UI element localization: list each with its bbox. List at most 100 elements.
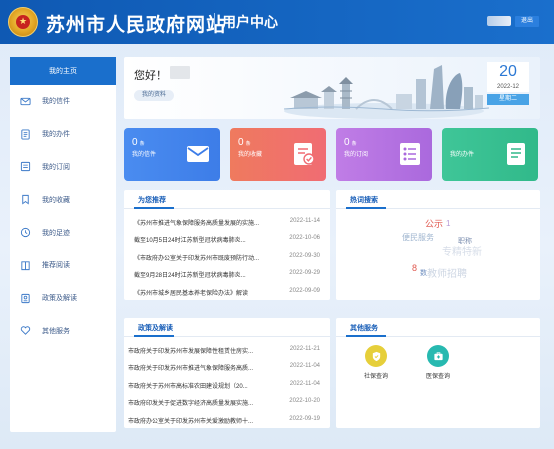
item-date: 2022-11-14 [289, 218, 320, 224]
hot-search-panel: 热词搜索 公示 1 便民服务 职称 专精特新 8 数 教师招聘 [336, 190, 540, 300]
item-title: 市政府关于印发苏州市推进气象保障服务高质... [128, 366, 254, 373]
shield-icon [365, 345, 387, 367]
item-date: 2022-09-19 [289, 415, 320, 422]
hot-word[interactable]: 公示 [425, 217, 443, 230]
item-date: 2022-11-04 [289, 363, 320, 370]
sidebar-item-label: 我的收藏 [42, 196, 70, 204]
card-label: 我的收藏 [238, 152, 263, 158]
card-count: 0 [132, 137, 138, 148]
card-my-favorites[interactable]: 0条 我的收藏 [230, 128, 326, 181]
item-date: 2022-10-06 [289, 235, 320, 242]
sidebar-item-label: 推荐阅读 [42, 262, 70, 270]
sidebar-item-label: 其他服务 [42, 327, 70, 335]
card-count: 0 [238, 137, 244, 148]
date-year-month: 2022-12 [487, 82, 529, 92]
item-title: 市政府关于苏州市高标准农田建设规划（20... [128, 383, 248, 390]
sidebar-item-subscriptions[interactable]: 我的订阅 [10, 151, 116, 184]
item-title: 《市政府办公室关于印发苏州市既废预防行动... [134, 255, 260, 262]
bookmark-icon [20, 194, 31, 205]
blurred-username [170, 66, 190, 79]
other-services-panel: 其他服务 社保查询 医保查询 [336, 318, 540, 428]
list-item[interactable]: 《市政府办公室关于印发苏州市既废预防行动... 2022-09-30 [124, 248, 330, 265]
username-display [487, 16, 511, 26]
hot-word[interactable]: 数 [420, 268, 427, 278]
logout-button[interactable]: 退出 [515, 16, 539, 27]
list-item[interactable]: 市政府关于印发苏州市推进气象保障服务高质... 2022-11-04 [124, 358, 330, 375]
panel-title: 为您推荐 [138, 197, 166, 204]
date-weekday: 星期二 [487, 94, 529, 105]
item-date: 2022-09-29 [289, 270, 320, 277]
card-my-subscriptions[interactable]: 0条 我的订阅 [336, 128, 432, 181]
list-item[interactable]: 截至10月5日24时江苏新型冠状病毒肺炎... 2022-10-06 [124, 230, 330, 247]
sidebar-item-label: 我的主页 [49, 68, 77, 75]
panel-title: 热词搜索 [350, 197, 378, 204]
checklist-icon [294, 143, 315, 165]
item-title: 截至10月5日24时江苏新型冠状病毒肺炎... [134, 238, 246, 245]
heart-icon [20, 325, 31, 336]
sidebar-item-label: 我的办件 [42, 131, 70, 139]
list-item[interactable]: 截至9月28日24时江苏新型冠状病毒肺炎... 2022-09-29 [124, 265, 330, 282]
sidebar-item-cases[interactable]: 我的办件 [10, 118, 116, 151]
sidebar-item-label: 我的信件 [42, 98, 70, 106]
list-item[interactable]: 《苏州市城乡居民基本养老保险办法》解读 2022-09-09 [124, 283, 330, 300]
hot-word[interactable]: 便民服务 [402, 232, 434, 243]
item-date: 2022-11-21 [289, 346, 320, 352]
panel-title: 其他服务 [350, 325, 378, 332]
policy-panel: 政策及解读 市政府关于印发苏州市发展保障性租赁住房实... 2022-11-21… [124, 318, 330, 428]
sidebar-item-policy[interactable]: 政策及解读 [10, 282, 116, 315]
policy-icon [20, 293, 31, 304]
welcome-banner: 您好！ 我的资料 20 2022-12 星期二 [124, 57, 540, 119]
sidebar-item-footprints[interactable]: 我的足迹 [10, 216, 116, 249]
item-date: 2022-09-09 [289, 287, 320, 294]
title-underline [346, 335, 386, 337]
sidebar-item-home[interactable]: 我的主页 [10, 57, 116, 85]
list-item[interactable]: 市政府印发关于促进数字经济高质量发展实施... 2022-10-20 [124, 393, 330, 410]
sidebar-item-favorites[interactable]: 我的收藏 [10, 183, 116, 216]
envelope-icon [187, 146, 209, 162]
panel-header: 为您推荐 [124, 190, 330, 209]
item-title: 《苏州市推进气象保障服务高质量发展的实施... [134, 221, 260, 227]
panel-header: 其他服务 [336, 318, 540, 337]
national-emblem-icon: ★ [8, 7, 38, 37]
panel-header: 热词搜索 [336, 190, 540, 209]
sidebar-nav: 我的主页 我的信件 我的办件 我的订阅 我的收藏 我的足迹 推荐阅读 政策及解读… [10, 57, 116, 432]
sidebar-item-label: 我的足迹 [42, 229, 70, 237]
list-item[interactable]: 市政府关于苏州市高标准农田建设规划（20... 2022-11-04 [124, 376, 330, 393]
footprint-icon [20, 227, 31, 238]
sidebar-item-letters[interactable]: 我的信件 [10, 85, 116, 118]
list-item[interactable]: 市政府办公室关于印发苏州市关爱激励教师十... 2022-09-19 [124, 411, 330, 428]
item-date: 2022-09-30 [289, 252, 320, 259]
list-icon [400, 143, 420, 165]
card-count: 0 [344, 137, 350, 148]
card-label: 我的办件 [450, 152, 475, 158]
date-widget: 20 2022-12 星期二 [487, 62, 529, 110]
hot-word[interactable]: 8 [412, 263, 417, 273]
sidebar-item-other-services[interactable]: 其他服务 [10, 315, 116, 348]
title-underline [134, 207, 174, 209]
social-security-query-button[interactable]: 社保查询 [356, 345, 396, 380]
item-date: 2022-10-20 [289, 398, 320, 405]
title-divider [214, 13, 215, 31]
card-unit: 条 [245, 141, 251, 147]
hot-word[interactable]: 1 [446, 219, 450, 228]
panel-title: 政策及解读 [138, 325, 173, 332]
panel-header: 政策及解读 [124, 318, 330, 337]
hot-word[interactable]: 专精特新 [442, 243, 482, 258]
card-my-cases[interactable]: 我的办件 [442, 128, 538, 181]
my-profile-button[interactable]: 我的资料 [134, 90, 175, 101]
list-item[interactable]: 市政府关于印发苏州市发展保障性租赁住房实... 2022-11-21 [124, 341, 330, 358]
medical-insurance-query-button[interactable]: 医保查询 [418, 345, 458, 380]
top-header: ★ 苏州市人民政府网站 用户中心 退出 [0, 0, 554, 44]
site-title[interactable]: 苏州市人民政府网站 [46, 10, 226, 37]
suzhou-skyline-illustration [284, 65, 489, 119]
file-icon [507, 143, 525, 165]
list-item[interactable]: 《苏州市推进气象保障服务高质量发展的实施... 2022-11-14 [124, 213, 330, 230]
card-label: 我的订阅 [344, 152, 369, 158]
hot-word[interactable]: 教师招聘 [427, 265, 467, 280]
date-day: 20 [487, 62, 529, 82]
title-underline [134, 335, 174, 337]
item-title: 截至9月28日24时江苏新型冠状病毒肺炎... [134, 273, 246, 280]
card-my-letters[interactable]: 0条 我的信件 [124, 128, 220, 181]
user-center-title: 用户中心 [222, 14, 278, 30]
sidebar-item-recommended[interactable]: 推荐阅读 [10, 249, 116, 282]
